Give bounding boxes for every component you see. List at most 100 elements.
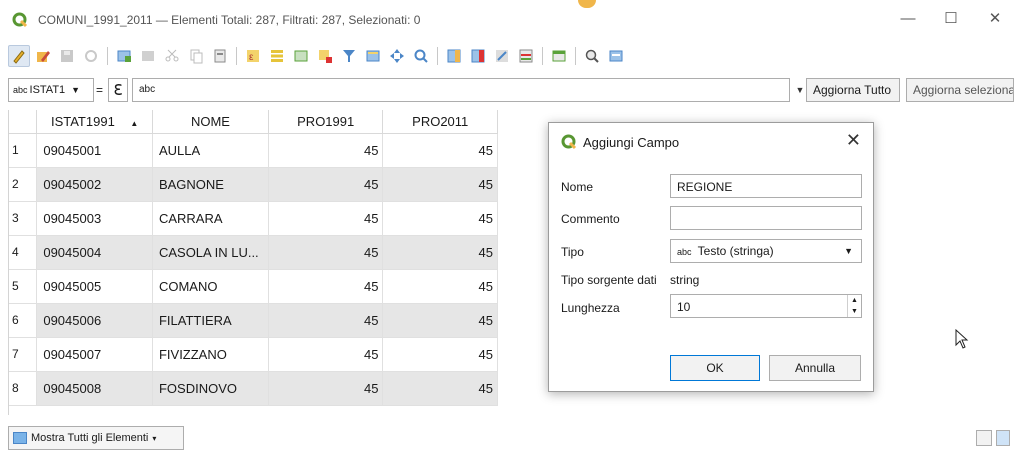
cell-nome[interactable]: COMANO (152, 269, 269, 304)
cell-pro2011[interactable]: 45 (382, 269, 498, 304)
spin-arrows-icon[interactable]: ▲ ▼ (847, 295, 861, 317)
cell-pro2011[interactable]: 45 (382, 235, 498, 270)
column-header-pro2011[interactable]: PRO2011 (382, 110, 498, 134)
deselect-all-button[interactable] (314, 45, 336, 67)
length-label: Lunghezza (561, 301, 620, 315)
cell-pro2011[interactable]: 45 (382, 337, 498, 372)
table-row[interactable]: 3 09045003 CARRARA 45 45 (9, 201, 498, 236)
row-number[interactable]: 6 (9, 303, 38, 338)
row-number[interactable]: 1 (9, 133, 38, 168)
cell-nome[interactable]: BAGNONE (152, 167, 269, 202)
table-row[interactable]: 4 09045004 CASOLA IN LU... 45 45 (9, 235, 498, 270)
copy-button[interactable] (185, 45, 207, 67)
show-all-features-button[interactable]: Mostra Tutti gli Elementi ▾ (8, 426, 184, 450)
column-header-pro1991[interactable]: PRO1991 (268, 110, 384, 134)
cell-nome[interactable]: CARRARA (152, 201, 269, 236)
cell-nome[interactable]: FILATTIERA (152, 303, 269, 338)
paste-button[interactable] (209, 45, 231, 67)
move-selection-top-button[interactable] (362, 45, 384, 67)
row-number[interactable]: 2 (9, 167, 38, 202)
cell-pro2011[interactable]: 45 (382, 371, 498, 406)
column-header-nome[interactable]: NOME (152, 110, 269, 134)
calculator-icon (496, 50, 508, 62)
table-row[interactable]: 8 09045008 FOSDINOVO 45 45 (9, 371, 498, 406)
cell-istat[interactable]: 09045004 (36, 235, 153, 270)
comment-field[interactable] (670, 206, 862, 230)
cell-nome[interactable]: FIVIZZANO (152, 337, 269, 372)
string-type-icon: abc (13, 85, 28, 95)
table-view-button[interactable] (976, 430, 992, 446)
row-number[interactable]: 5 (9, 269, 38, 304)
table-row[interactable]: 7 09045007 FIVIZZANO 45 45 (9, 337, 498, 372)
cell-istat[interactable]: 09045008 (36, 371, 153, 406)
table-row[interactable]: 2 09045002 BAGNONE 45 45 (9, 167, 498, 202)
expression-input[interactable]: abc (132, 78, 790, 102)
cell-pro1991[interactable]: 45 (268, 133, 384, 168)
row-number[interactable]: 3 (9, 201, 38, 236)
sort-ascending-icon: ▲ (130, 118, 139, 128)
update-all-button[interactable]: Aggiorna Tutto (806, 78, 900, 102)
row-number-header[interactable] (9, 110, 38, 134)
length-spinbox[interactable]: 10 ▲ ▼ (670, 294, 862, 318)
cell-nome[interactable]: AULLA (152, 133, 269, 168)
toggle-editing-button[interactable] (8, 45, 30, 67)
select-by-expression-button[interactable]: ε (242, 45, 264, 67)
cell-pro1991[interactable]: 45 (268, 167, 384, 202)
table-row[interactable]: 6 09045006 FILATTIERA 45 45 (9, 303, 498, 338)
row-number[interactable]: 8 (9, 371, 38, 406)
cell-pro1991[interactable]: 45 (268, 235, 384, 270)
table-row[interactable]: 5 09045005 COMANO 45 45 (9, 269, 498, 304)
cell-istat[interactable]: 09045003 (36, 201, 153, 236)
cell-pro2011[interactable]: 45 (382, 133, 498, 168)
delete-feature-button[interactable] (137, 45, 159, 67)
add-feature-button[interactable] (113, 45, 135, 67)
cell-pro1991[interactable]: 45 (268, 201, 384, 236)
cut-button[interactable] (161, 45, 183, 67)
cell-pro1991[interactable]: 45 (268, 371, 384, 406)
type-select[interactable]: abc Testo (stringa) ▼ (670, 239, 862, 263)
toggle-multi-edit-button[interactable] (32, 45, 54, 67)
delete-field-button[interactable] (467, 45, 489, 67)
maximize-button[interactable]: ☐ (936, 8, 966, 30)
invert-selection-button[interactable] (290, 45, 312, 67)
column-header-istat1991[interactable]: ISTAT1991 ▲ (36, 110, 153, 134)
cell-pro1991[interactable]: 45 (268, 303, 384, 338)
field-selector[interactable]: abc ISTAT1 ▼ (8, 78, 94, 102)
save-edits-button[interactable] (56, 45, 78, 67)
cell-istat[interactable]: 09045006 (36, 303, 153, 338)
cell-istat[interactable]: 09045001 (36, 133, 153, 168)
cancel-button[interactable]: Annulla (769, 355, 861, 381)
cell-pro2011[interactable]: 45 (382, 167, 498, 202)
form-view-toggle-button[interactable] (996, 430, 1010, 446)
dialog-close-button[interactable]: ✕ (846, 130, 861, 151)
close-button[interactable]: ✕ (980, 8, 1010, 30)
cell-istat[interactable]: 09045002 (36, 167, 153, 202)
cell-pro2011[interactable]: 45 (382, 303, 498, 338)
filter-button[interactable] (338, 45, 360, 67)
name-field[interactable]: REGIONE (670, 174, 862, 198)
cell-pro1991[interactable]: 45 (268, 337, 384, 372)
cell-istat[interactable]: 09045007 (36, 337, 153, 372)
select-all-button[interactable] (266, 45, 288, 67)
cell-pro2011[interactable]: 45 (382, 201, 498, 236)
conditional-formatting-button[interactable] (515, 45, 537, 67)
cell-nome[interactable]: CASOLA IN LU... (152, 235, 269, 270)
row-number[interactable]: 4 (9, 235, 38, 270)
pan-to-selection-button[interactable] (386, 45, 408, 67)
table-row[interactable]: 1 09045001 AULLA 45 45 (9, 133, 498, 168)
update-selected-button[interactable]: Aggiorna selezionati (906, 78, 1014, 102)
field-calculator-button[interactable] (491, 45, 513, 67)
form-view-button[interactable] (605, 45, 627, 67)
expression-builder-button[interactable]: ℇ (108, 78, 128, 102)
reload-button[interactable] (80, 45, 102, 67)
dock-table-button[interactable] (548, 45, 570, 67)
cell-nome[interactable]: FOSDINOVO (152, 371, 269, 406)
cell-pro1991[interactable]: 45 (268, 269, 384, 304)
minimize-button[interactable]: — (893, 8, 923, 30)
actions-button[interactable] (581, 45, 603, 67)
cell-istat[interactable]: 09045005 (36, 269, 153, 304)
ok-button[interactable]: OK (670, 355, 760, 381)
zoom-to-selection-button[interactable] (410, 45, 432, 67)
new-field-button[interactable] (443, 45, 465, 67)
row-number[interactable]: 7 (9, 337, 38, 372)
